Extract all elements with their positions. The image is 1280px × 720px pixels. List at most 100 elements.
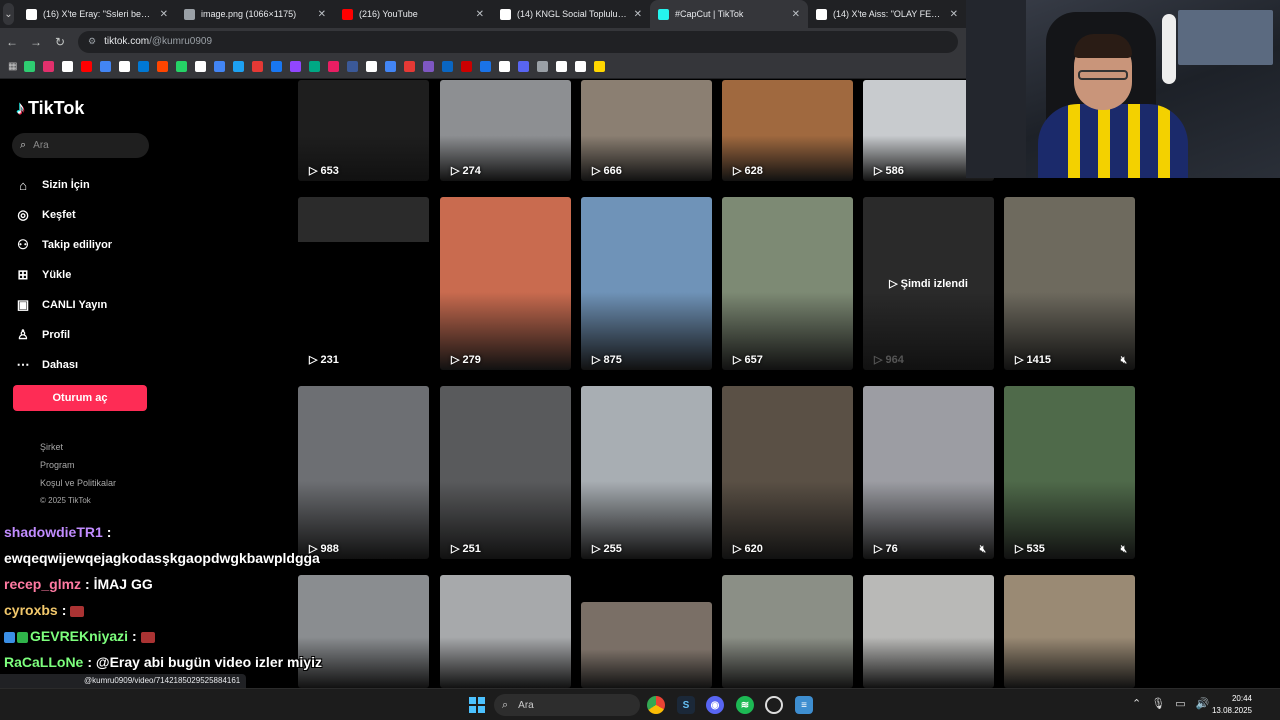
video-card[interactable]: ▷ 620 — [722, 386, 853, 559]
bookmark-favicon-icon[interactable] — [442, 61, 454, 72]
browser-tab[interactable]: (216) YouTube ✕ — [334, 0, 492, 28]
bookmark-favicon-icon[interactable] — [157, 61, 169, 72]
video-card[interactable]: ▷ 274 — [440, 80, 571, 181]
muted-icon[interactable]: 🔇︎ — [1121, 355, 1127, 366]
bookmark-favicon-icon[interactable] — [385, 61, 397, 72]
video-card[interactable] — [722, 575, 853, 688]
close-tab-icon[interactable]: ✕ — [160, 9, 168, 20]
network-icon[interactable]: ▭ — [1175, 697, 1185, 710]
obs-app-icon[interactable] — [765, 696, 783, 714]
spotify-app-icon[interactable]: ≋ — [736, 696, 754, 714]
chevron-up-icon[interactable]: ⌃ — [1132, 697, 1141, 710]
volume-icon[interactable]: 🔊 — [1196, 697, 1210, 710]
notepad-app-icon[interactable]: ≡ — [795, 696, 813, 714]
reload-button[interactable]: ↻ — [48, 35, 72, 49]
browser-tab[interactable]: (14) X'te Aiss: "OLAY FECİ BÜYÜ ✕ — [808, 0, 966, 28]
bookmark-favicon-icon[interactable] — [423, 61, 435, 72]
search-input[interactable]: ⌕ Ara — [12, 133, 149, 158]
browser-tab[interactable]: image.png (1066×1175) ✕ — [176, 0, 334, 28]
tiktok-logo[interactable]: ♪ TikTok — [16, 98, 84, 119]
bookmark-favicon-icon[interactable] — [24, 61, 36, 72]
taskbar-search[interactable]: ⌕ Ara — [494, 694, 640, 716]
tab-search-button[interactable]: ⌄ — [3, 3, 14, 25]
video-card[interactable]: ▷ 279 — [440, 197, 571, 370]
bookmark-favicon-icon[interactable] — [271, 61, 283, 72]
sidebar-item[interactable]: ♙ Profil — [14, 320, 112, 350]
close-tab-icon[interactable]: ✕ — [634, 9, 642, 20]
footer-link-terms[interactable]: Koşul ve Politikalar — [40, 474, 116, 492]
video-card[interactable] — [863, 575, 994, 688]
video-card[interactable]: ▷ 255 — [581, 386, 712, 559]
close-tab-icon[interactable]: ✕ — [476, 9, 484, 20]
bookmark-favicon-icon[interactable] — [214, 61, 226, 72]
address-bar[interactable]: ⚙ tiktok.com/@kumru0909 — [78, 30, 958, 53]
bookmark-favicon-icon[interactable] — [518, 61, 530, 72]
video-card[interactable]: ▷ 628 — [722, 80, 853, 181]
bookmark-favicon-icon[interactable] — [366, 61, 378, 72]
bookmark-favicon-icon[interactable] — [347, 61, 359, 72]
bookmark-favicon-icon[interactable] — [461, 61, 473, 72]
sidebar-item[interactable]: ◎ Keşfet — [14, 200, 112, 230]
video-card[interactable]: ▷ 1415 🔇︎ — [1004, 197, 1135, 370]
chat-username: GEVREKniyazi — [30, 628, 129, 644]
sidebar-item[interactable]: ⚇ Takip ediliyor — [14, 230, 112, 260]
bookmark-favicon-icon[interactable] — [233, 61, 245, 72]
bookmark-favicon-icon[interactable] — [537, 61, 549, 72]
bookmark-favicon-icon[interactable] — [81, 61, 93, 72]
video-card[interactable]: ▷ 875 — [581, 197, 712, 370]
bookmark-favicon-icon[interactable] — [480, 61, 492, 72]
bookmark-favicon-icon[interactable] — [290, 61, 302, 72]
close-tab-icon[interactable]: ✕ — [318, 9, 326, 20]
video-card[interactable]: ▷ 666 — [581, 80, 712, 181]
video-card[interactable]: ▷ 231 — [298, 197, 429, 370]
sidebar-item[interactable]: ▣ CANLI Yayın — [14, 290, 112, 320]
bookmark-favicon-icon[interactable] — [309, 61, 321, 72]
browser-tab[interactable]: (16) X'te Eray: "Ssleri bekliyorum ✕ — [18, 0, 176, 28]
bookmark-favicon-icon[interactable] — [195, 61, 207, 72]
forward-button[interactable]: → — [24, 35, 48, 49]
back-button[interactable]: ← — [0, 35, 24, 49]
bookmark-favicon-icon[interactable] — [176, 61, 188, 72]
video-card[interactable]: ▷ 653 — [298, 80, 429, 181]
video-card[interactable]: ▷ 251 — [440, 386, 571, 559]
chrome-app-icon[interactable] — [647, 696, 665, 714]
footer-link-company[interactable]: Şirket — [40, 438, 116, 456]
bookmark-favicon-icon[interactable] — [43, 61, 55, 72]
discord-app-icon[interactable]: ◉ — [706, 696, 724, 714]
sidebar-item[interactable]: ⌂ Sizin İçin — [14, 170, 112, 200]
video-card[interactable] — [440, 575, 571, 688]
login-button[interactable]: Oturum aç — [13, 385, 147, 411]
browser-tab[interactable]: (14) KNGL Social Topluluk / X ✕ — [492, 0, 650, 28]
bookmark-favicon-icon[interactable] — [100, 61, 112, 72]
apps-grid-icon[interactable]: ▦ — [8, 61, 17, 72]
video-card[interactable]: ▷ 535 🔇︎ — [1004, 386, 1135, 559]
clock[interactable]: 20:44 13.08.2025 — [1212, 693, 1252, 717]
sidebar-item[interactable]: ⋯ Dahası — [14, 350, 112, 380]
bookmark-favicon-icon[interactable] — [119, 61, 131, 72]
video-card[interactable] — [1004, 575, 1135, 688]
bookmark-favicon-icon[interactable] — [138, 61, 150, 72]
microphone-icon[interactable]: 🎙 — [1151, 697, 1165, 710]
close-tab-icon[interactable]: ✕ — [950, 9, 958, 20]
start-button[interactable] — [469, 697, 485, 713]
bookmark-favicon-icon[interactable] — [62, 61, 74, 72]
steam-app-icon[interactable]: S — [677, 696, 695, 714]
bookmark-favicon-icon[interactable] — [575, 61, 587, 72]
footer-link-program[interactable]: Program — [40, 456, 116, 474]
sidebar-item[interactable]: ⊞ Yükle — [14, 260, 112, 290]
bookmark-favicon-icon[interactable] — [404, 61, 416, 72]
video-card[interactable]: ▷ 657 — [722, 197, 853, 370]
muted-icon[interactable]: 🔇︎ — [980, 544, 986, 555]
bookmark-favicon-icon[interactable] — [328, 61, 340, 72]
video-card[interactable]: ▷ 76 🔇︎ — [863, 386, 994, 559]
close-tab-icon[interactable]: ✕ — [792, 9, 800, 20]
site-info-icon[interactable]: ⚙ — [88, 36, 96, 47]
bookmark-favicon-icon[interactable] — [594, 61, 606, 72]
browser-tab[interactable]: #CapCut | TikTok ✕ — [650, 0, 808, 28]
video-card[interactable]: ▷ 964 ▷ Şimdi izlendi — [863, 197, 994, 370]
video-card[interactable] — [581, 602, 712, 688]
bookmark-favicon-icon[interactable] — [499, 61, 511, 72]
muted-icon[interactable]: 🔇︎ — [1121, 544, 1127, 555]
bookmark-favicon-icon[interactable] — [556, 61, 568, 72]
bookmark-favicon-icon[interactable] — [252, 61, 264, 72]
